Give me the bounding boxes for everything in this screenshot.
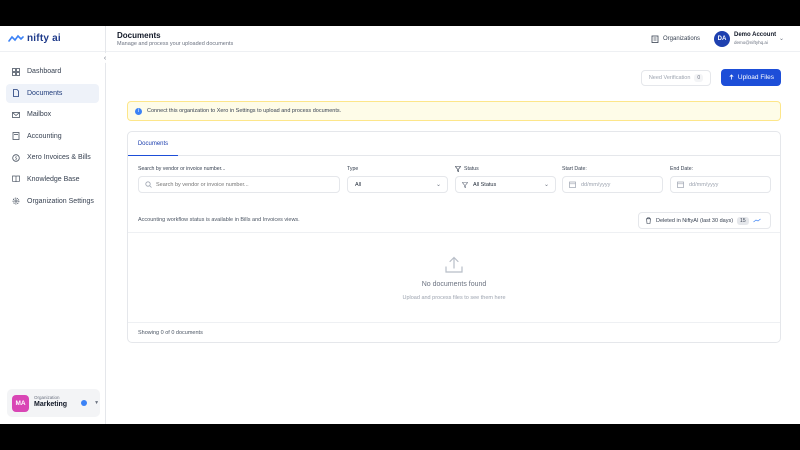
pagination-summary: Showing 0 of 0 documents bbox=[138, 330, 203, 336]
type-value: All bbox=[355, 181, 362, 188]
empty-state-subtitle: Upload and process files to see them her… bbox=[402, 295, 506, 301]
org-switcher[interactable]: MA Organization Marketing ▼ bbox=[7, 389, 100, 417]
empty-state-title: No documents found bbox=[421, 281, 487, 288]
org-name: Marketing bbox=[34, 401, 68, 409]
chevron-down-icon: ⌄ bbox=[435, 182, 441, 188]
need-verification-label: Need Verification bbox=[648, 75, 691, 81]
end-date-field[interactable]: dd/mm/yyyy bbox=[670, 176, 771, 193]
sidebar-nav: Dashboard Documents Mailbox Accounting $… bbox=[0, 52, 105, 211]
filter-icon bbox=[455, 166, 461, 172]
start-date-placeholder: dd/mm/yyyy bbox=[581, 181, 611, 188]
calculator-icon bbox=[12, 132, 20, 141]
calendar-icon bbox=[677, 181, 684, 188]
deleted-count-badge: 15 bbox=[737, 216, 749, 225]
calendar-icon bbox=[569, 181, 576, 188]
need-verification-button[interactable]: Need Verification 0 bbox=[641, 70, 711, 86]
deleted-documents-button[interactable]: Deleted in NiftyAI (last 30 days) 15 bbox=[638, 212, 771, 229]
banner-text: Connect this organization to Xero in Set… bbox=[147, 108, 342, 114]
upload-files-button[interactable]: Upload Files bbox=[721, 69, 781, 86]
status-select[interactable]: All Status ⌄ bbox=[455, 176, 556, 193]
info-icon: i bbox=[135, 107, 142, 115]
upload-tray-icon bbox=[445, 256, 463, 273]
verification-count-badge: 0 bbox=[694, 74, 704, 82]
page-title: Documents bbox=[117, 31, 161, 40]
logo-text: nifty ai bbox=[27, 33, 61, 44]
org-info: Organization Marketing bbox=[34, 395, 68, 409]
sidebar-item-label: Knowledge Base bbox=[27, 175, 80, 183]
type-select[interactable]: All ⌄ bbox=[347, 176, 448, 193]
search-input[interactable] bbox=[156, 181, 326, 188]
filter-icon bbox=[462, 181, 468, 188]
deleted-label: Deleted in NiftyAI (last 30 days) bbox=[656, 217, 734, 224]
sidebar-item-label: Dashboard bbox=[27, 68, 62, 75]
sidebar-item-documents[interactable]: Documents bbox=[6, 83, 99, 103]
start-date-field[interactable]: dd/mm/yyyy bbox=[562, 176, 663, 193]
search-icon bbox=[145, 181, 152, 188]
sidebar-item-xero[interactable]: $ Xero Invoices & Bills bbox=[6, 148, 99, 167]
upload-icon bbox=[729, 74, 734, 80]
sidebar-item-accounting[interactable]: Accounting bbox=[6, 127, 99, 146]
status-label: Status bbox=[464, 166, 479, 172]
tab-bar: Documents bbox=[128, 132, 780, 156]
workflow-info-bar: Accounting workflow status is available … bbox=[128, 208, 780, 233]
page-subtitle: Manage and process your uploaded documen… bbox=[117, 41, 234, 47]
sidebar-item-organization-settings[interactable]: Organization Settings bbox=[6, 192, 99, 211]
documents-card: Documents Search by vendor or invoice nu… bbox=[127, 131, 781, 343]
upload-files-label: Upload Files bbox=[737, 74, 775, 81]
book-icon bbox=[12, 175, 20, 183]
app-window: nifty ai ‹ Dashboard Documents Mailbox A… bbox=[0, 26, 800, 424]
end-date-placeholder: dd/mm/yyyy bbox=[689, 181, 719, 188]
type-label: Type bbox=[347, 166, 359, 172]
table-footer: Showing 0 of 0 documents bbox=[128, 322, 780, 343]
sidebar-item-label: Mailbox bbox=[27, 111, 52, 119]
sidebar-item-label: Documents bbox=[27, 89, 63, 97]
chevron-down-icon: ⌄ bbox=[543, 182, 549, 188]
xero-connect-banner: i Connect this organization to Xero in S… bbox=[127, 101, 781, 121]
logo[interactable]: nifty ai bbox=[0, 26, 105, 52]
chevron-down-icon: ▼ bbox=[94, 400, 100, 406]
topbar: Documents Manage and process your upload… bbox=[106, 26, 800, 52]
receipt-icon: $ bbox=[12, 154, 20, 162]
account-name[interactable]: Demo Account bbox=[734, 32, 776, 38]
svg-text:$: $ bbox=[15, 155, 18, 161]
sidebar: nifty ai ‹ Dashboard Documents Mailbox A… bbox=[0, 26, 110, 424]
file-icon bbox=[12, 89, 20, 97]
trash-icon bbox=[646, 217, 651, 224]
trend-icon bbox=[752, 218, 761, 223]
main-content: Documents Manage and process your upload… bbox=[106, 26, 800, 424]
account-avatar[interactable]: DA bbox=[714, 31, 730, 47]
organizations-link[interactable]: Organizations bbox=[651, 35, 700, 43]
organizations-label: Organizations bbox=[663, 36, 701, 42]
workflow-info-text: Accounting workflow status is available … bbox=[138, 217, 300, 223]
sidebar-item-knowledge-base[interactable]: Knowledge Base bbox=[6, 170, 99, 189]
org-avatar: MA bbox=[12, 394, 29, 412]
gear-icon bbox=[12, 197, 20, 205]
sidebar-item-dashboard[interactable]: Dashboard bbox=[6, 62, 99, 81]
tab-documents[interactable]: Documents bbox=[128, 132, 178, 156]
search-label: Search by vendor or invoice number... bbox=[138, 166, 226, 172]
search-field[interactable] bbox=[138, 176, 340, 193]
status-value: All Status bbox=[473, 181, 497, 188]
status-dot-icon bbox=[81, 400, 88, 406]
logo-icon bbox=[8, 34, 24, 42]
sidebar-item-label: Organization Settings bbox=[27, 197, 94, 205]
grid-icon bbox=[12, 67, 20, 76]
start-date-label: Start Date: bbox=[562, 166, 587, 172]
chevron-down-icon[interactable]: ⌄ bbox=[779, 35, 784, 42]
mail-icon bbox=[12, 111, 20, 119]
sidebar-item-label: Accounting bbox=[27, 132, 62, 140]
status-label-group: Status bbox=[455, 166, 479, 172]
sidebar-item-mailbox[interactable]: Mailbox bbox=[6, 105, 99, 124]
building-icon bbox=[651, 35, 659, 43]
end-date-label: End Date: bbox=[670, 166, 694, 172]
account-email: demo@niftyhq.ai bbox=[734, 40, 768, 45]
sidebar-item-label: Xero Invoices & Bills bbox=[27, 154, 91, 162]
